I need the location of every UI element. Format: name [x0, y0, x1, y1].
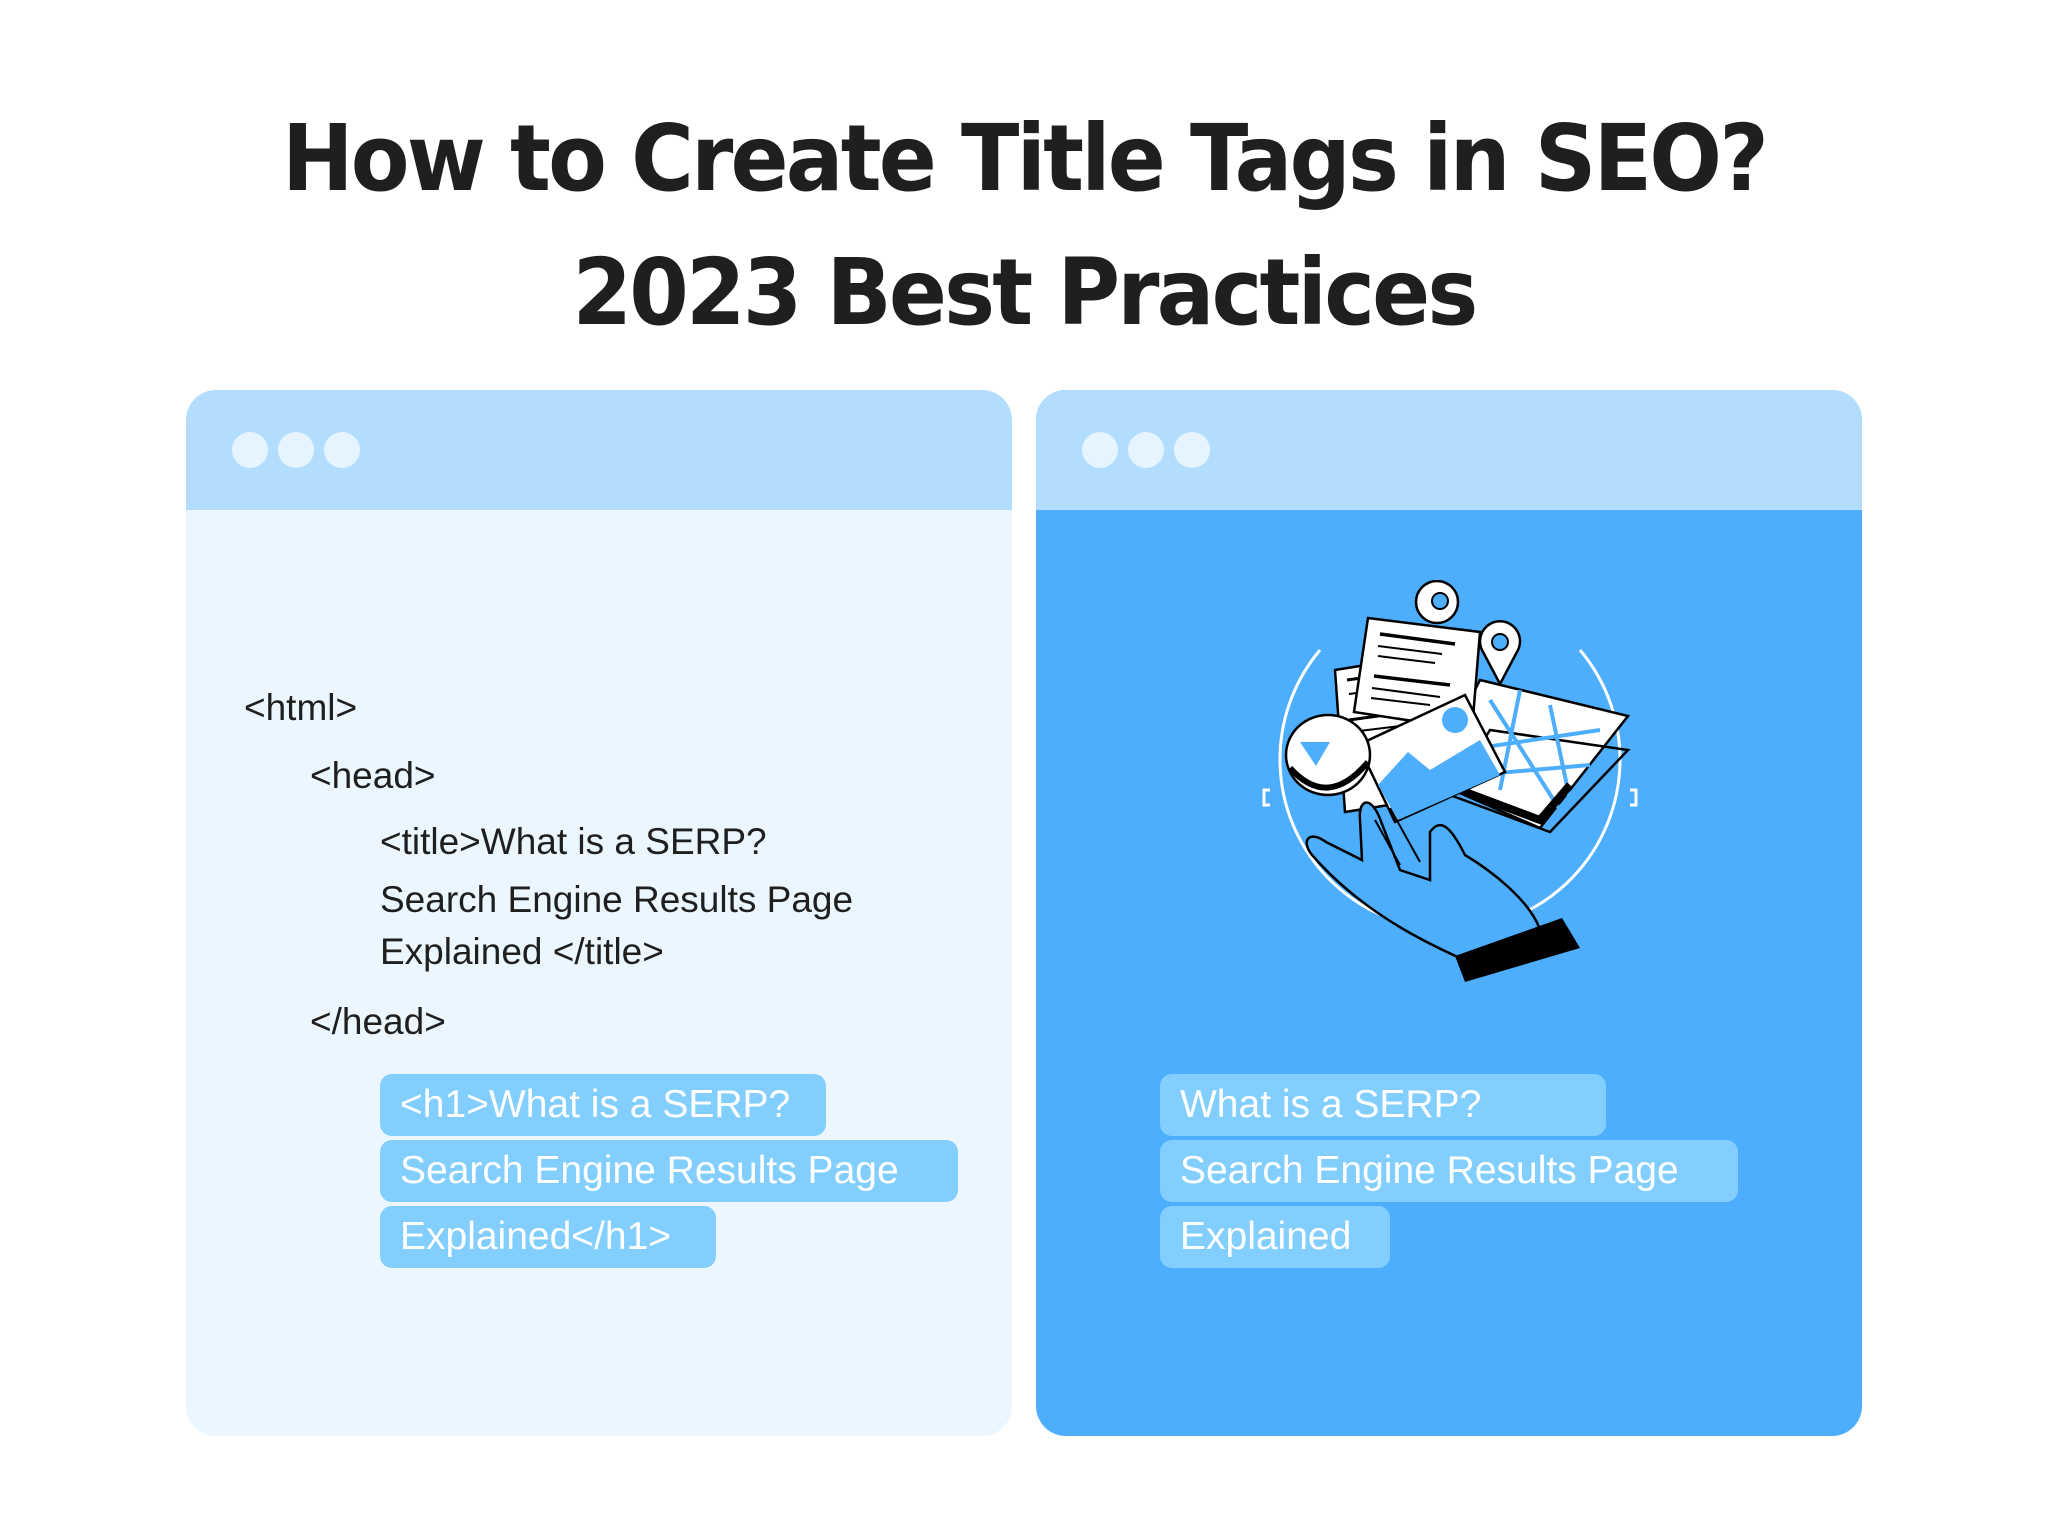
window-dot-icon	[1128, 432, 1164, 468]
rendered-view-window: What is a SERP? Search Engine Results Pa…	[1036, 390, 1862, 1436]
window-dot-icon	[1082, 432, 1118, 468]
location-pin-icon	[1478, 620, 1522, 687]
h1-chip: Explained	[1160, 1206, 1390, 1268]
window-title-bar	[1036, 390, 1862, 510]
code-title-line-1: <title>What is a SERP?	[380, 821, 767, 862]
code-title-line-3: Explained </title>	[380, 931, 664, 972]
h1-chip: <h1>What is a SERP?	[380, 1074, 826, 1136]
play-button-icon	[1284, 713, 1372, 797]
window-dot-icon	[278, 432, 314, 468]
code-view-window: <html> <head> <title>What is a SERP? Sea…	[186, 390, 1012, 1436]
location-pin-icon	[1414, 580, 1460, 625]
h1-chip: What is a SERP?	[1160, 1074, 1606, 1136]
window-dot-icon	[324, 432, 360, 468]
window-dot-icon	[232, 432, 268, 468]
code-title-line-2: Search Engine Results Page	[380, 879, 854, 920]
h1-chip: Search Engine Results Page	[1160, 1140, 1738, 1202]
code-html-open: <html>	[244, 687, 358, 728]
code-head-close: </head>	[310, 1001, 446, 1042]
h1-chip: Explained</h1>	[380, 1206, 716, 1268]
window-dot-icon	[1174, 432, 1210, 468]
title-line-2: 2023 Best Practices	[572, 239, 1478, 346]
hand-holding-documents-icon	[1262, 580, 1638, 982]
page-title: How to Create Title Tags in SEO? 2023 Be…	[0, 92, 2048, 360]
window-title-bar	[186, 390, 1012, 510]
code-head-open: <head>	[310, 755, 436, 796]
h1-chip: Search Engine Results Page	[380, 1140, 958, 1202]
title-line-1: How to Create Title Tags in SEO?	[281, 105, 1769, 212]
hand-icon	[1305, 801, 1580, 982]
